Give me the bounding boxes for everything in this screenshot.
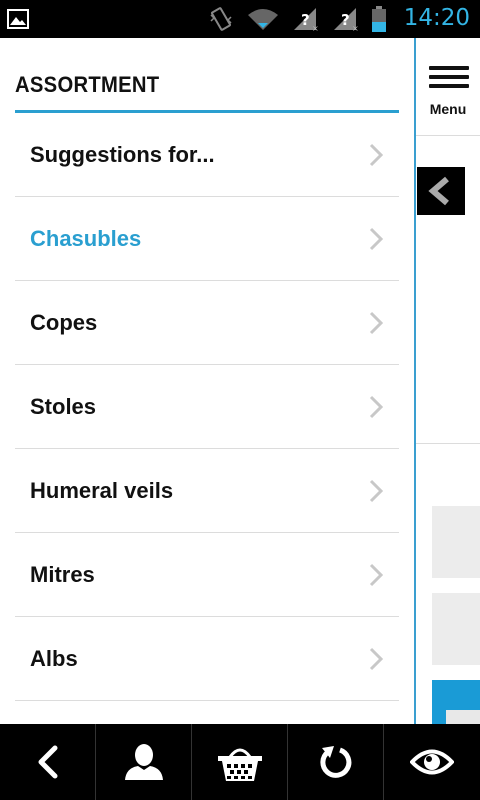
refresh-button[interactable] [288, 724, 384, 800]
menu-button[interactable]: Menu [416, 38, 480, 138]
category-item-stoles[interactable]: Stoles [15, 365, 399, 449]
category-item-albs[interactable]: Albs [15, 617, 399, 701]
account-button[interactable] [96, 724, 192, 800]
divider [416, 443, 480, 444]
vibrate-icon [210, 7, 232, 31]
divider [416, 135, 480, 136]
category-item-copes[interactable]: Copes [15, 281, 399, 365]
category-label: Chasubles [30, 225, 142, 251]
category-list: Suggestions for... Chasubles Copes Stole… [15, 113, 399, 701]
status-bar: ? × ? × 14:20 [0, 0, 480, 38]
chevron-right-icon [369, 479, 383, 503]
battery-icon [372, 6, 386, 32]
category-item-chasubles[interactable]: Chasubles [15, 197, 399, 281]
no-sim-icon: ? × [294, 8, 319, 32]
view-button[interactable] [384, 724, 480, 800]
chevron-right-icon [369, 395, 383, 419]
basket-button[interactable] [192, 724, 288, 800]
content-tile[interactable] [432, 506, 480, 578]
status-icons: ? × ? × [208, 6, 386, 32]
svg-text:?: ? [301, 11, 310, 29]
chevron-right-icon [369, 563, 383, 587]
svg-text:×: × [352, 24, 359, 32]
account-icon [124, 744, 163, 780]
gallery-icon [7, 9, 29, 29]
category-label: Suggestions for... [30, 141, 215, 167]
hamburger-icon [429, 66, 469, 88]
no-sim-icon: ? × [334, 8, 359, 32]
category-item-mitres[interactable]: Mitres [15, 533, 399, 617]
drawer-title: ASSORTMENT [15, 72, 160, 97]
category-label: Albs [30, 645, 78, 671]
chevron-right-icon [369, 311, 383, 335]
svg-text:?: ? [341, 11, 350, 29]
bottom-navigation [0, 724, 480, 800]
category-item-suggestions[interactable]: Suggestions for... [15, 113, 399, 197]
back-button[interactable] [0, 724, 96, 800]
back-icon [38, 745, 57, 779]
eye-icon [410, 749, 454, 775]
category-label: Copes [30, 309, 98, 335]
category-label: Mitres [30, 561, 95, 587]
refresh-icon [319, 746, 351, 778]
basket-icon [217, 748, 262, 781]
menu-label: Menu [429, 101, 467, 117]
clock: 14:20 [403, 5, 470, 31]
assortment-drawer: ASSORTMENT Suggestions for... Chasubles … [0, 38, 414, 724]
chevron-left-icon [428, 176, 449, 206]
chevron-right-icon [369, 143, 383, 167]
chevron-right-icon [369, 227, 383, 251]
chevron-right-icon [369, 647, 383, 671]
svg-text:×: × [312, 24, 319, 32]
banner-inner [446, 710, 480, 724]
wifi-icon [248, 9, 278, 30]
category-item-humeral-veils[interactable]: Humeral veils [15, 449, 399, 533]
content-tile[interactable] [432, 593, 480, 665]
content-peek: Menu [416, 38, 480, 724]
category-label: Humeral veils [30, 477, 174, 503]
category-label: Stoles [30, 393, 97, 419]
collapse-button[interactable] [417, 167, 465, 215]
